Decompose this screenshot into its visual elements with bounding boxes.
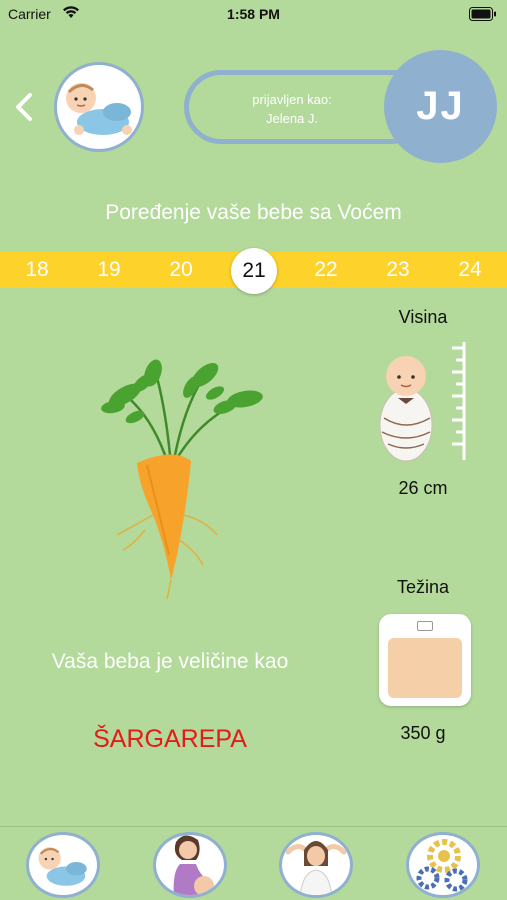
tab-baby[interactable] [26, 832, 100, 898]
size-comparison-text: Vaša beba je veličine kao [51, 650, 289, 673]
height-measure-icon [379, 342, 466, 462]
height-label: Visina [398, 307, 448, 327]
tab-mother[interactable] [279, 832, 353, 898]
week-20[interactable]: 20 [156, 252, 206, 288]
week-18[interactable]: 18 [12, 252, 62, 288]
baby-profile-button[interactable] [54, 62, 144, 152]
weight-label: Težina [396, 577, 450, 597]
weight-value: 350 g [400, 723, 446, 743]
user-initials-avatar[interactable]: JJ [384, 50, 497, 163]
pregnant-woman-icon [173, 835, 214, 895]
week-24[interactable]: 24 [445, 252, 495, 288]
tab-settings[interactable] [406, 832, 480, 898]
week-21-selected[interactable]: 21 [231, 248, 277, 294]
carrot-image [101, 359, 263, 600]
relaxed-woman-icon [285, 841, 347, 895]
week-19[interactable]: 19 [84, 252, 134, 288]
week-22[interactable]: 22 [301, 252, 351, 288]
logged-in-caption: prijavljen kao: [252, 92, 332, 107]
status-bar: Carrier 1:58 PM [0, 0, 507, 30]
status-time: 1:58 PM [227, 6, 280, 22]
bottom-tab-bar [0, 826, 507, 900]
baby-icon [66, 83, 132, 135]
height-value: 26 cm [398, 478, 448, 498]
battery-icon [469, 7, 496, 21]
gears-icon [416, 839, 468, 892]
user-name: Jelena J. [265, 111, 319, 126]
scale-icon [379, 614, 471, 706]
back-chevron-icon[interactable] [12, 92, 36, 122]
scale-dial [417, 621, 433, 631]
week-23[interactable]: 23 [373, 252, 423, 288]
page-title: Poređenje vaše bebe sa Voćem [105, 201, 402, 224]
fruit-name: ŠARGAREPA [93, 725, 247, 753]
scale-pad [388, 638, 462, 698]
week-selector: 18 19 20 21 22 23 24 [0, 248, 507, 294]
tab-pregnancy[interactable] [153, 832, 227, 898]
baby-icon [38, 847, 87, 886]
logged-in-label: prijavljen kao: Jelena J. [217, 90, 367, 128]
